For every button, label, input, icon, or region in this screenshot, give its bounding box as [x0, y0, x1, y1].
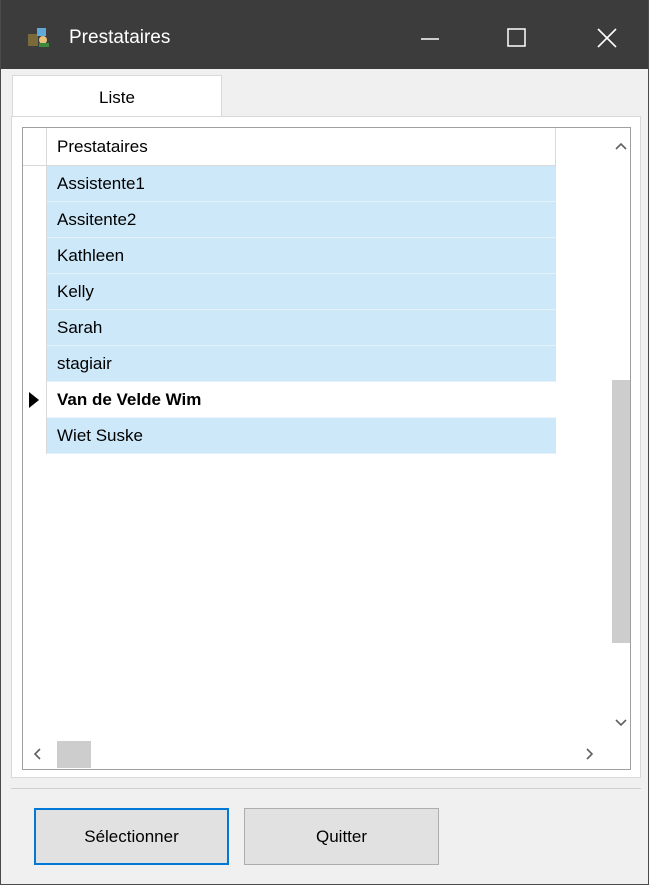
window-title: Prestataires	[69, 27, 171, 48]
horizontal-scrollbar[interactable]	[23, 740, 611, 769]
column-header-prestataires[interactable]: Prestataires	[47, 128, 556, 166]
row-pointer-icon	[29, 392, 39, 408]
prestataires-window: Prestataires Liste Prestataires Assisten…	[0, 0, 649, 885]
chevron-up-icon[interactable]	[611, 136, 631, 156]
table-row[interactable]: Kelly	[23, 274, 556, 310]
chevron-right-icon[interactable]	[579, 744, 599, 764]
table-cell[interactable]: Van de Velde Wim	[47, 382, 556, 418]
table-cell[interactable]: Kathleen	[47, 238, 556, 274]
tab-panel-liste: Prestataires Assistente1 Assitente2 Kath…	[11, 116, 641, 778]
quit-button[interactable]: Quitter	[244, 808, 439, 865]
select-button[interactable]: Sélectionner	[34, 808, 229, 865]
row-indicator	[23, 166, 47, 202]
chevron-down-icon[interactable]	[611, 712, 631, 732]
close-icon[interactable]	[583, 14, 631, 62]
table-cell[interactable]: Wiet Suske	[47, 418, 556, 454]
prestataires-grid[interactable]: Prestataires Assistente1 Assitente2 Kath…	[22, 127, 631, 770]
table-cell[interactable]: Assitente2	[47, 202, 556, 238]
vertical-scrollbar[interactable]	[611, 128, 631, 748]
prestataires-app-icon	[28, 28, 49, 47]
button-bar: Sélectionner Quitter	[11, 788, 641, 883]
row-indicator	[23, 238, 47, 274]
row-indicator	[23, 310, 47, 346]
row-indicator	[23, 346, 47, 382]
table-row[interactable]: Wiet Suske	[23, 418, 556, 454]
maximize-icon[interactable]	[493, 14, 541, 62]
table-cell[interactable]: stagiair	[47, 346, 556, 382]
row-indicator	[23, 274, 47, 310]
table-row[interactable]: Assistente1	[23, 166, 556, 202]
table-row[interactable]: Assitente2	[23, 202, 556, 238]
tab-strip: Liste	[9, 72, 641, 119]
row-indicator	[23, 202, 47, 238]
tab-liste[interactable]: Liste	[12, 75, 222, 119]
table-row[interactable]: Kathleen	[23, 238, 556, 274]
grid-header-row: Prestataires	[23, 128, 556, 166]
minimize-icon[interactable]	[406, 14, 454, 62]
row-indicator	[23, 418, 47, 454]
table-row[interactable]: Sarah	[23, 310, 556, 346]
table-row-current[interactable]: Van de Velde Wim	[23, 382, 556, 418]
title-bar[interactable]: Prestataires	[1, 0, 648, 69]
table-cell[interactable]: Kelly	[47, 274, 556, 310]
table-cell[interactable]: Sarah	[47, 310, 556, 346]
grid-rows: Assistente1 Assitente2 Kathleen Kelly Sa…	[23, 166, 556, 454]
header-indicator-cell	[23, 128, 47, 166]
table-cell[interactable]: Assistente1	[47, 166, 556, 202]
horizontal-scroll-thumb[interactable]	[57, 741, 91, 768]
row-indicator	[23, 382, 47, 418]
vertical-scroll-thumb[interactable]	[612, 380, 630, 643]
table-row[interactable]: stagiair	[23, 346, 556, 382]
chevron-left-icon[interactable]	[27, 744, 47, 764]
